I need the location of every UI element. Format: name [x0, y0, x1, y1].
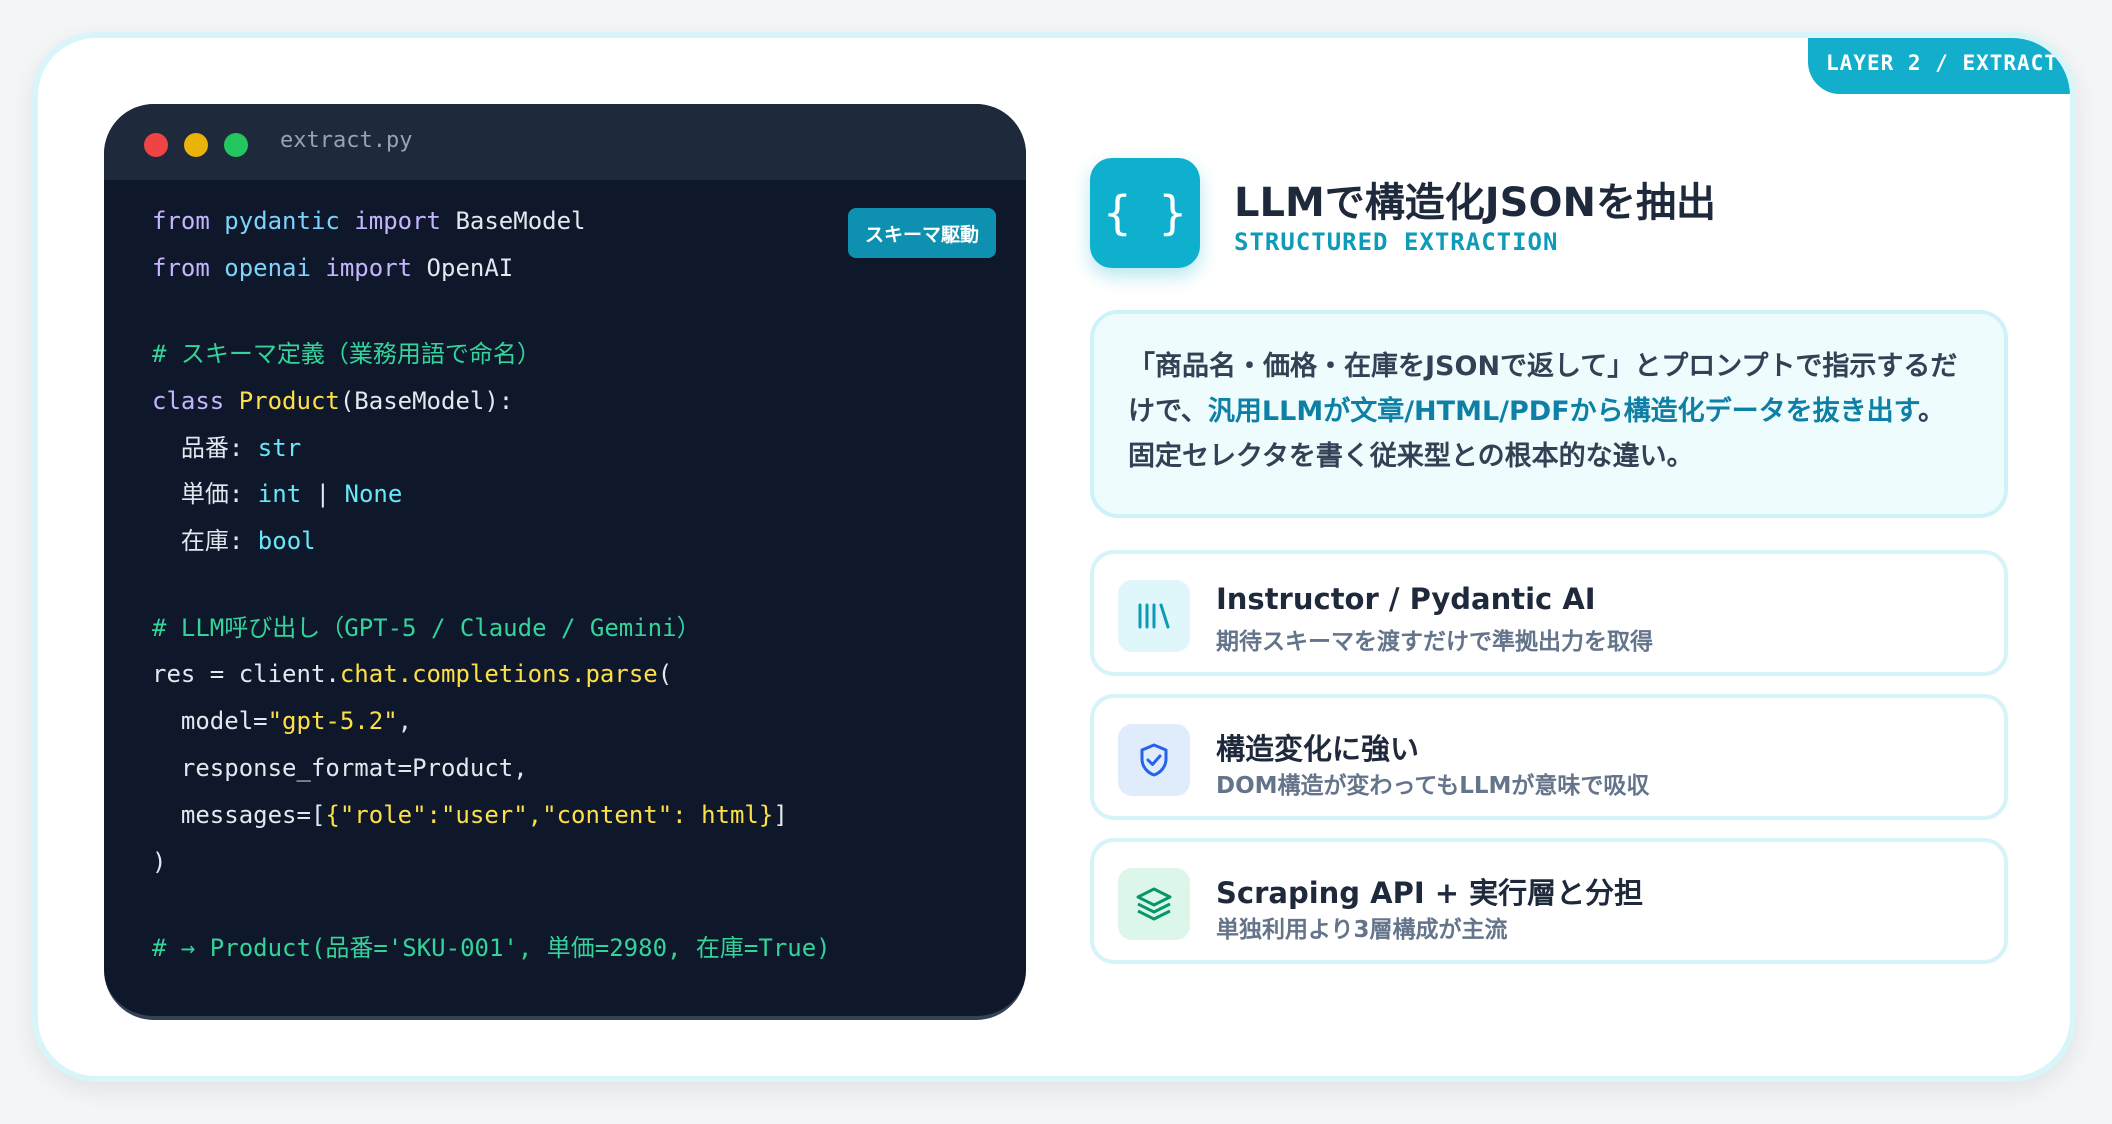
description-highlight: 汎用LLMが文章/HTML/PDFから構造化データを抜き出す [1207, 396, 1918, 427]
feature-desc: 期待スキーマを渡すだけで準拠出力を取得 [1216, 629, 1653, 655]
code-line: from pydantic import BaseModel [152, 207, 586, 235]
page-subtitle: STRUCTURED EXTRACTION [1234, 228, 1559, 256]
description-box: 「商品名・価格・在庫をJSONで返して」とプロンプトで指示するだけで、汎用LLM… [1090, 310, 2008, 518]
layers-icon [1118, 868, 1190, 940]
layer-badge: LAYER 2 / EXTRACT [1808, 38, 2070, 94]
code-line: model="gpt-5.2", [152, 707, 413, 735]
library-icon [1118, 580, 1190, 652]
close-dot-icon[interactable] [144, 133, 168, 157]
feature-card-instructor: Instructor / Pydantic AI 期待スキーマを渡すだけで準拠出… [1090, 550, 2008, 676]
braces-icon: { } [1090, 158, 1200, 268]
code-comment: # スキーマ定義（業務用語で命名） [152, 340, 541, 368]
feature-title: Instructor / Pydantic AI [1216, 582, 1596, 616]
code-line: ) [152, 848, 167, 876]
code-line: 単価: int | None [152, 480, 403, 508]
code-line: 品番: str [152, 434, 302, 462]
feature-card-robust: 構造変化に強い DOM構造が変わってもLLMが意味で吸収 [1090, 694, 2008, 820]
code-line: from openai import OpenAI [152, 254, 514, 282]
shield-check-icon [1118, 724, 1190, 796]
code-line: class Product(BaseModel): [152, 387, 514, 415]
feature-title: 構造変化に強い [1216, 732, 1420, 766]
code-comment: # → Product(品番='SKU-001', 単価=2980, 在庫=Tr… [152, 934, 831, 962]
code-line: response_format=Product, [152, 754, 528, 782]
code-line: 在庫: bool [152, 527, 316, 555]
code-filename: extract.py [280, 128, 413, 153]
code-comment: # LLM呼び出し（GPT-5 / Claude / Gemini） [152, 614, 701, 642]
code-line: messages=[{"role":"user","content": html… [152, 801, 788, 829]
minimize-dot-icon[interactable] [184, 133, 208, 157]
feature-card-scraping: Scraping API + 実行層と分担 単独利用より3層構成が主流 [1090, 838, 2008, 964]
page-title: LLMで構造化JSONを抽出 [1234, 180, 1716, 226]
code-titlebar: extract.py [104, 104, 1026, 180]
feature-desc: DOM構造が変わってもLLMが意味で吸収 [1216, 773, 1650, 799]
schema-badge: スキーマ駆動 [848, 208, 996, 258]
code-line: res = client.chat.completions.parse( [152, 660, 673, 688]
maximize-dot-icon[interactable] [224, 133, 248, 157]
feature-desc: 単独利用より3層構成が主流 [1216, 917, 1508, 943]
code-window: extract.py スキーマ駆動 from pydantic import B… [104, 104, 1026, 1020]
feature-title: Scraping API + 実行層と分担 [1216, 876, 1644, 910]
